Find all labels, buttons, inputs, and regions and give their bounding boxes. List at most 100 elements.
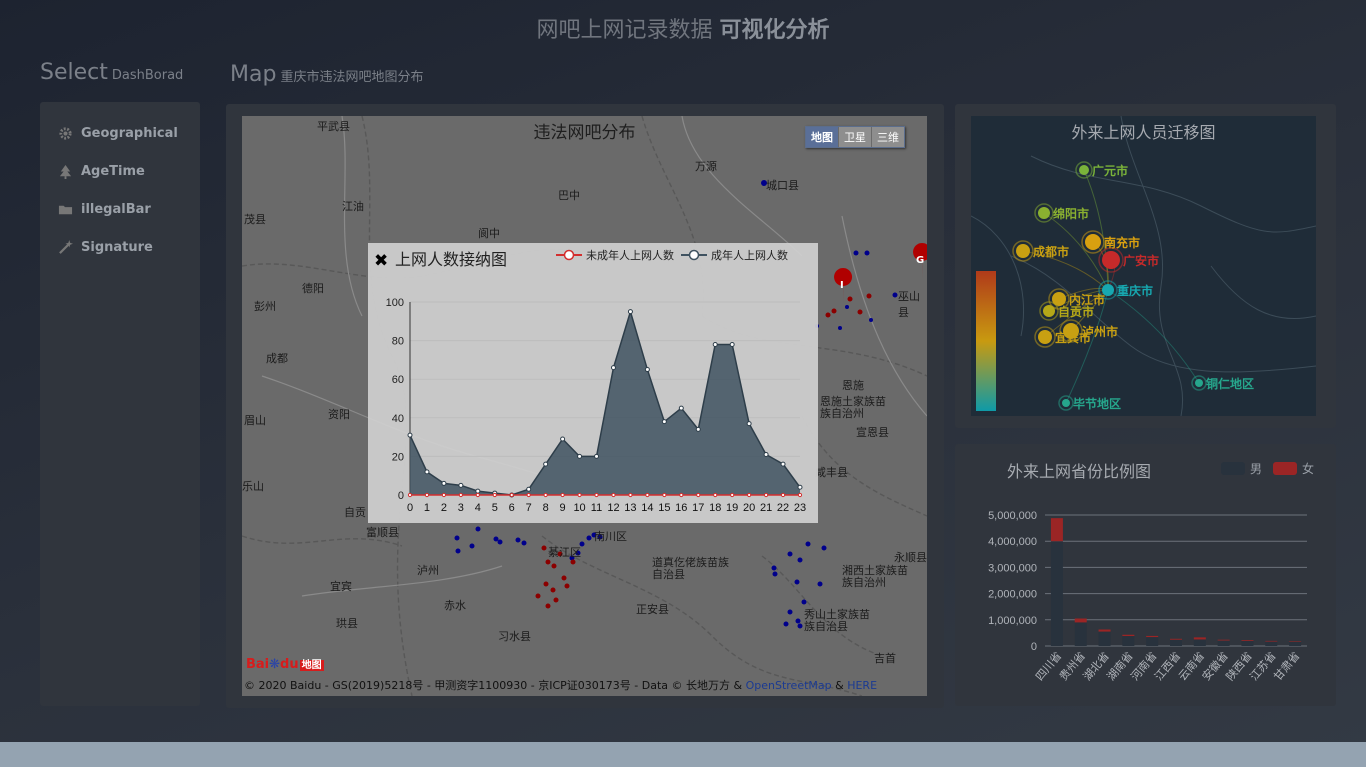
city-label: 绵阳市 [1053,207,1090,221]
minor-point [628,492,633,498]
city-label: 宜宾市 [1055,331,1092,345]
x-tick-label: 4 [475,502,481,514]
adult-point [424,469,430,475]
sidebar-item-geographical[interactable]: Geographical [58,123,178,143]
map-pin-letter[interactable]: I [840,280,844,291]
y-tick-label: 4,000,000 [988,536,1037,548]
minor-point [662,492,667,498]
map-label: 宣恩县 [856,426,889,439]
y-tick-label: 5,000,000 [988,510,1037,522]
x-tick-label: 13 [624,502,636,514]
minor-point [577,492,582,498]
bar-female [1146,635,1159,638]
adult-point [780,461,786,467]
migration-map[interactable]: 外来上网人员迁移图 广元市 绵阳市 成都市 南充市 广安市 重庆市 内江市 自贡市 泸州市 宜宾市… [971,116,1316,416]
here-link[interactable]: HERE [847,679,877,692]
bar-female [1241,640,1254,642]
minor-point [526,492,531,498]
sidebar-item-label: Geographical [81,125,178,141]
map-label: 赤水 [444,599,466,612]
y-tick-label: 40 [392,413,404,425]
bar-female [1098,629,1111,632]
map-label: 资阳 [328,408,350,421]
city-label: 自贡市 [1058,305,1095,319]
city-point [1102,251,1120,269]
gear-icon [59,126,72,140]
openstreetmap-link[interactable]: OpenStreetMap [746,679,832,692]
adult-point [560,436,566,442]
map-label: 习水县 [498,630,531,643]
bar-male [1241,641,1254,646]
city-label: 毕节地区 [1073,397,1122,411]
minor-point [458,492,463,498]
x-tick-label: 3 [458,502,464,514]
map-label: 泸州 [417,564,439,577]
map-label: 正安县 [636,603,669,616]
map-label: 秀山土家族苗族自治县 [804,608,870,633]
migration-line [1107,289,1200,384]
bar-female [1122,634,1135,637]
x-tick-label: 14 [641,502,653,514]
map-label: 阆中 [478,227,500,240]
select-subtitle: DashBorad [111,68,184,83]
bar-male [1146,637,1159,646]
bar-female [1170,638,1182,640]
adult-point [577,453,583,459]
x-tick-label: 22 [777,502,789,514]
map-type-satellite-button[interactable]: 卫星 [839,127,872,147]
bar-female [1289,641,1302,642]
x-tick-label: 7 [526,502,532,514]
map-type-3d-button[interactable]: 三维 [872,127,904,147]
y-tick-label: 1,000,000 [988,615,1037,627]
map-label: 恩施土家族苗族自治州 [820,395,886,420]
minor-point [780,492,786,498]
x-tick-label: 2 [441,502,447,514]
minor-point [679,492,684,498]
bar-male [1074,622,1087,646]
sidebar-item-signature[interactable]: Signature [58,237,153,257]
y-tick-label: 100 [386,297,404,309]
map-label: 珙县 [336,617,358,630]
x-tick-label: 甘肃省 [1271,650,1302,684]
adult-point [543,461,549,467]
sidebar-item-illegalbar[interactable]: illegalBar [58,199,151,219]
map-type-normal-button[interactable]: 地图 [806,127,839,147]
x-tick-label: 19 [726,502,738,514]
x-tick-label: 20 [743,502,755,514]
minor-point [611,492,616,498]
minor-point [747,492,752,498]
city-point [1195,379,1203,387]
map-label: 南川区 [594,530,627,543]
x-tick-label: 23 [794,502,806,514]
map-label: 自贡 [344,506,366,519]
minor-point [696,492,701,498]
sidebar-item-label: Signature [81,239,153,255]
sidebar-item-agetime[interactable]: AgeTime [58,161,145,181]
x-tick-label: 21 [760,502,772,514]
select-section-title: Select DashBorad [40,60,183,85]
access-area-chart: 0204060801000 1 2 3 4 5 6 7 8 9 10 11 12 13 14 15 16 17 18… [386,297,806,514]
baidu-paw-icon: ❋ [269,657,281,672]
adult-point [661,419,667,425]
city-point [1079,165,1089,175]
select-title: Select [40,60,108,85]
map-label: 巫山县 [898,290,920,319]
sidebar-item-label: illegalBar [81,201,151,217]
map-type-switcher: 地图 卫星 三维 [805,126,905,148]
y-tick-label: 3,000,000 [988,562,1037,574]
map-label: 乐山 [242,480,264,493]
map-label: 眉山 [244,414,266,427]
bar-female [1217,639,1230,641]
migration-line [1083,169,1109,291]
city-label: 南充市 [1104,236,1141,250]
minor-point [407,492,413,498]
magic-wand-icon [59,239,73,254]
city-point [1016,244,1030,258]
x-tick-label: 11 [591,502,602,514]
map-subtitle: 重庆市违法网吧地图分布 [280,70,424,85]
map-pin-letter[interactable]: G [916,255,924,266]
minor-point [424,492,430,498]
city-point [1043,305,1055,317]
adult-point [729,341,735,347]
map-section-title: Map 重庆市违法网吧地图分布 [230,62,423,87]
